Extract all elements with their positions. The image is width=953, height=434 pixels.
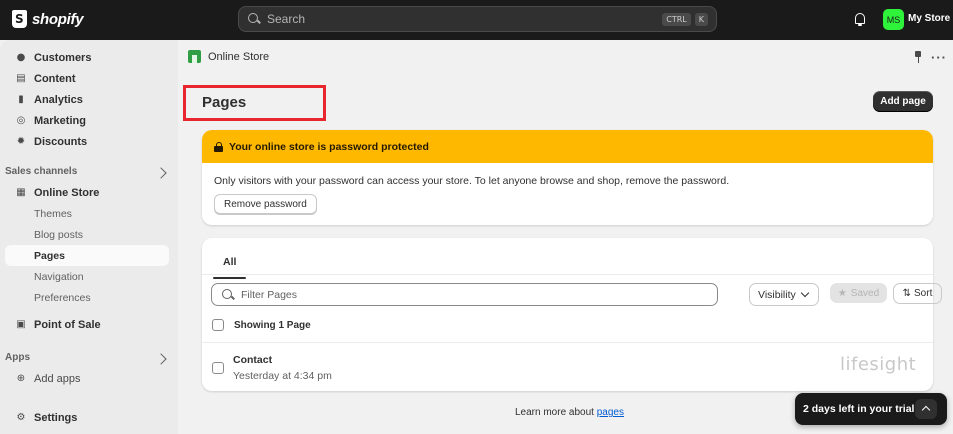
chevron-up-icon[interactable]	[915, 399, 937, 419]
lock-icon	[214, 141, 223, 152]
store-icon: ▦	[16, 187, 26, 198]
sidebar-item-point-of-sale[interactable]: ▣ Point of Sale	[5, 314, 169, 335]
trial-banner[interactable]: 2 days left in your trial	[795, 393, 947, 425]
sort-icon: ⇅	[902, 288, 912, 299]
bar-chart-icon: ▮	[18, 94, 24, 105]
filter-placeholder: Filter Pages	[241, 288, 298, 301]
learn-more-text: Learn more about pages	[515, 407, 624, 418]
main-content: Online Store ··· Pages Add page Your onl…	[178, 40, 953, 434]
sidebar-item-discounts[interactable]: ✹ Discounts	[5, 131, 169, 152]
shortcut-key-k: K	[694, 12, 708, 26]
gear-icon: ⚙	[16, 412, 26, 423]
password-banner: Your online store is password protected …	[202, 130, 933, 225]
banner-body: Only visitors with your password can acc…	[214, 175, 730, 187]
shopify-logo[interactable]: shopify	[12, 10, 84, 28]
lifesight-watermark: lifesight	[840, 354, 917, 375]
more-options-icon[interactable]: ···	[931, 50, 947, 65]
banner-title: Your online store is password protected	[229, 140, 429, 153]
sidebar-item-analytics[interactable]: ▮ Analytics	[5, 89, 169, 110]
plus-circle-icon: ⊕	[16, 373, 26, 384]
select-all-checkbox[interactable]	[212, 319, 224, 331]
remove-password-button[interactable]: Remove password	[214, 194, 317, 214]
avatar[interactable]: MS	[883, 9, 904, 30]
add-page-button[interactable]: Add page	[873, 91, 933, 112]
sidebar-sub-preferences[interactable]: Preferences	[5, 287, 169, 308]
star-icon: ★	[837, 287, 847, 299]
page-row-title[interactable]: Contact	[233, 354, 272, 366]
sidebar-item-content[interactable]: ▤ Content	[5, 68, 169, 89]
shopify-bag-icon	[12, 10, 27, 28]
person-icon: ●	[16, 52, 26, 63]
pin-icon[interactable]	[913, 51, 923, 63]
visibility-dropdown[interactable]: Visibility	[749, 283, 819, 306]
sidebar-item-online-store[interactable]: ▦ Online Store	[5, 182, 169, 203]
divider	[202, 342, 933, 343]
sidebar-sub-themes[interactable]: Themes	[5, 203, 169, 224]
search-placeholder: Search	[267, 12, 306, 26]
search-icon	[247, 12, 261, 26]
global-search[interactable]: Search CTRL K	[238, 6, 717, 32]
chevron-right-icon[interactable]	[155, 167, 167, 179]
chevron-right-icon[interactable]	[155, 353, 167, 365]
sidebar-item-settings[interactable]: ⚙ Settings	[5, 407, 169, 428]
online-store-icon	[188, 50, 201, 63]
pos-icon: ▣	[16, 319, 26, 330]
page-title: Pages	[202, 94, 247, 111]
showing-count: Showing 1 Page	[234, 320, 311, 331]
discount-icon: ✹	[16, 136, 26, 147]
target-icon: ◎	[16, 115, 26, 126]
sidebar-item-customers[interactable]: ● Customers	[5, 47, 169, 68]
sidebar: ● Customers ▤ Content ▮ Analytics ◎ Mark…	[0, 40, 178, 434]
top-bar: shopify Search CTRL K MS My Store	[0, 0, 953, 40]
store-name[interactable]: My Store	[908, 13, 950, 24]
search-icon	[221, 288, 235, 302]
shortcut-key-ctrl: CTRL	[662, 12, 691, 26]
saved-button[interactable]: ★ Saved	[830, 283, 887, 303]
divider	[202, 274, 933, 275]
sales-channels-label: Sales channels	[5, 166, 78, 177]
apps-label: Apps	[5, 352, 30, 363]
row-checkbox[interactable]	[212, 362, 224, 374]
content-icon: ▤	[16, 73, 26, 84]
learn-more-link[interactable]: pages	[597, 407, 624, 418]
banner-header: Your online store is password protected	[202, 130, 933, 163]
sidebar-sub-navigation[interactable]: Navigation	[5, 266, 169, 287]
sort-button[interactable]: ⇅ Sort	[893, 283, 942, 304]
sidebar-item-marketing[interactable]: ◎ Marketing	[5, 110, 169, 131]
filter-pages-input[interactable]: Filter Pages	[211, 283, 718, 306]
breadcrumb-label: Online Store	[208, 50, 270, 63]
sidebar-sub-blog-posts[interactable]: Blog posts	[5, 224, 169, 245]
brand-name: shopify	[32, 10, 84, 28]
trial-label: 2 days left in your trial	[803, 403, 915, 415]
page-row-date: Yesterday at 4:34 pm	[233, 370, 332, 382]
pages-list-card: All Filter Pages Visibility ★ Saved ⇅ So…	[202, 238, 942, 391]
chevron-down-icon	[800, 288, 809, 298]
sidebar-item-add-apps[interactable]: ⊕ Add apps	[5, 368, 169, 389]
breadcrumb[interactable]: Online Store	[188, 50, 269, 63]
bell-icon[interactable]	[853, 12, 867, 26]
sidebar-sub-pages[interactable]: Pages	[5, 245, 169, 266]
